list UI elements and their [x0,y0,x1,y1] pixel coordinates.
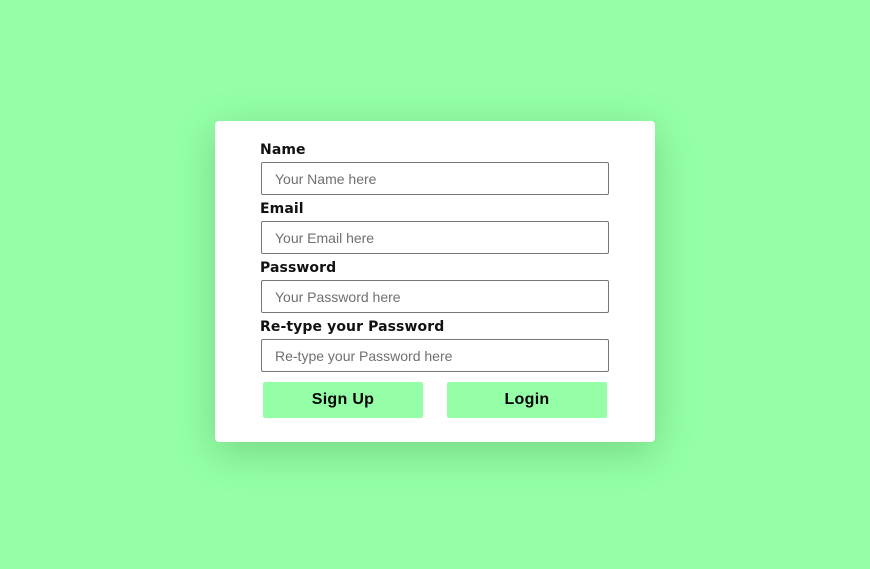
name-input[interactable] [261,162,609,195]
login-button[interactable]: Login [447,382,607,418]
email-input[interactable] [261,221,609,254]
password-input[interactable] [261,280,609,313]
signup-card: Name Email Password Re-type your Passwor… [215,121,655,442]
retype-password-input[interactable] [261,339,609,372]
signup-form: Name Email Password Re-type your Passwor… [260,141,610,377]
button-row: Sign Up Login [263,382,607,418]
email-label: Email [260,201,304,217]
name-label: Name [260,142,306,158]
retype-password-label: Re-type your Password [260,319,445,335]
password-label: Password [260,260,337,276]
sign-up-button[interactable]: Sign Up [263,382,423,418]
